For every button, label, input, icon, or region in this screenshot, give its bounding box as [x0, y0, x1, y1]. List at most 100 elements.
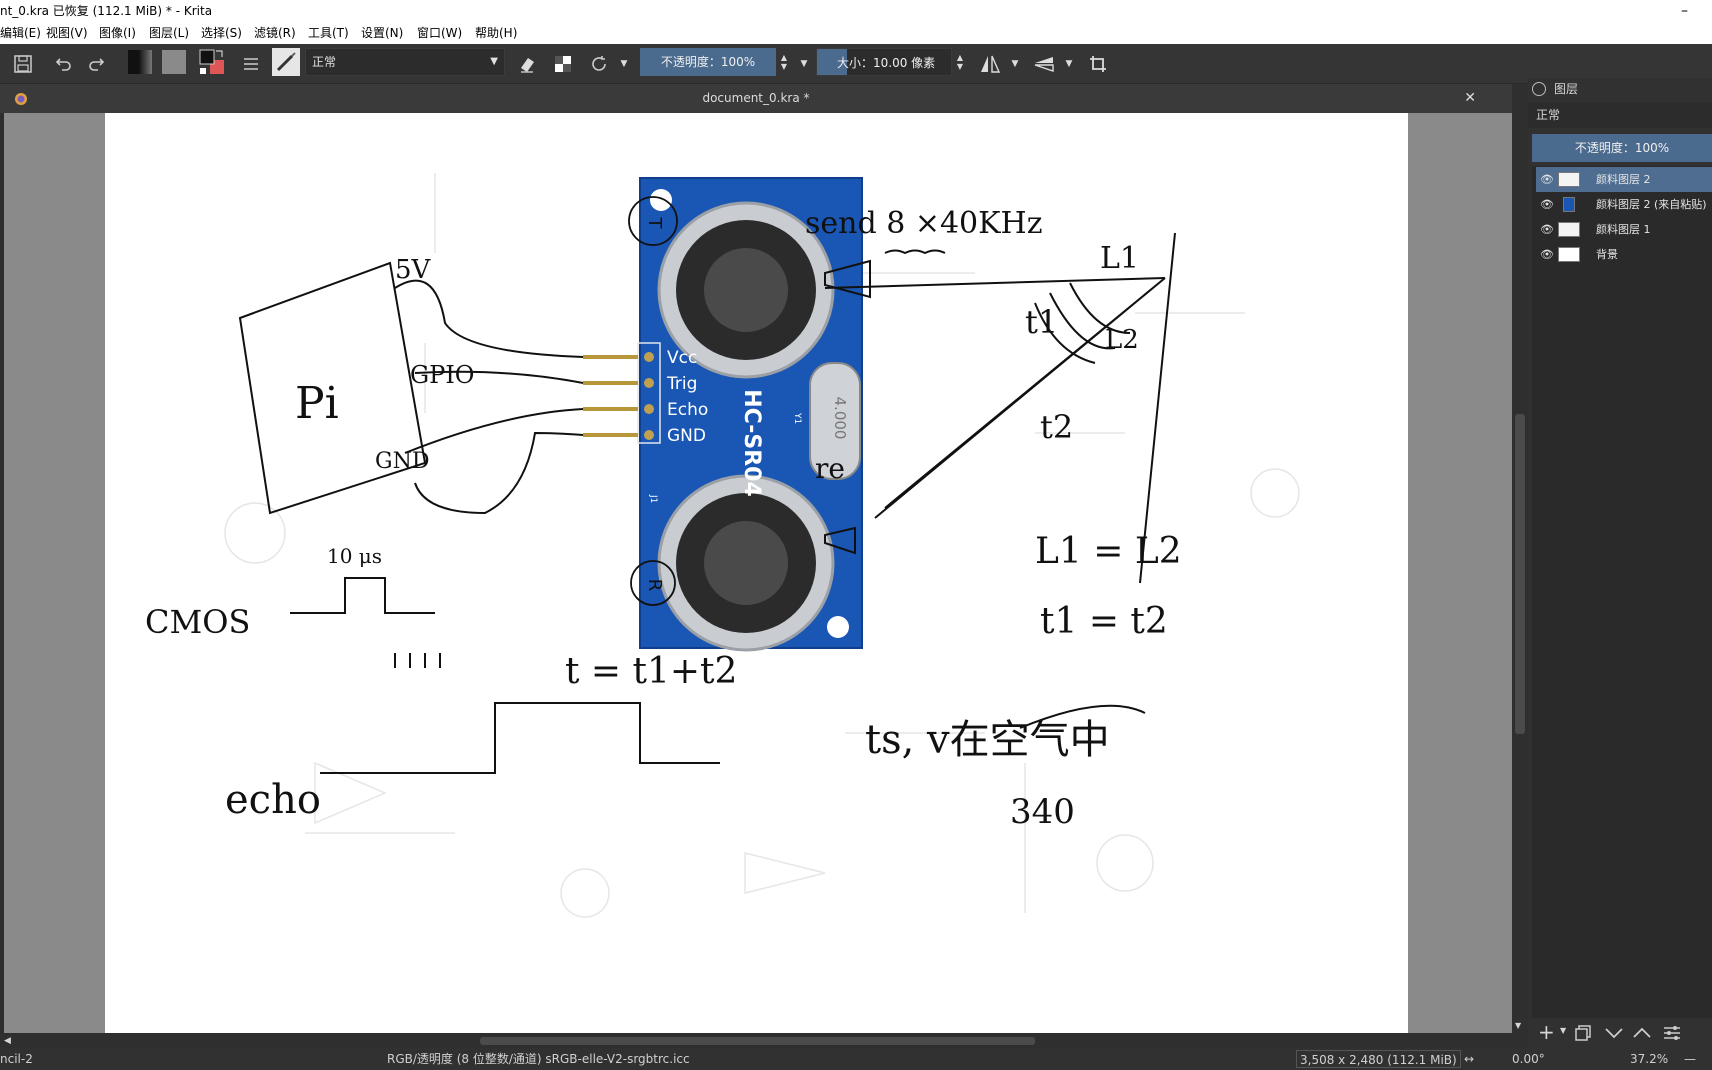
- layer-thumbnail: [1558, 247, 1580, 262]
- brush-presets-icon[interactable]: [238, 50, 264, 78]
- wrap-around-icon[interactable]: [1084, 50, 1112, 78]
- save-icon[interactable]: [8, 50, 38, 78]
- layer-thumbnail: [1558, 172, 1580, 187]
- undo-icon[interactable]: [50, 50, 78, 78]
- size-spin-icon[interactable]: ▲ ▼: [954, 48, 966, 76]
- layer-row-paint-1[interactable]: 👁 颜料图层 1: [1536, 217, 1712, 242]
- chevron-down-icon: ▼: [490, 56, 498, 67]
- label-l1: L1: [1100, 241, 1139, 276]
- add-layer-icon[interactable]: +: [1538, 1020, 1555, 1044]
- scroll-down-icon[interactable]: ▼: [1515, 1021, 1521, 1030]
- menu-select[interactable]: 选择(S): [201, 23, 242, 44]
- pin-gnd-label: GND: [667, 426, 706, 446]
- pin-trig-label: Trig: [666, 374, 697, 394]
- layers-docker-title: 图层: [1554, 82, 1579, 96]
- lock-docker-icon[interactable]: [1532, 82, 1546, 96]
- layer-properties-icon[interactable]: [1662, 1024, 1682, 1046]
- menu-layer[interactable]: 图层(L): [149, 23, 189, 44]
- eye-icon[interactable]: 👁: [1540, 217, 1554, 242]
- move-layer-up-icon[interactable]: [1632, 1024, 1652, 1046]
- pin-echo-label: Echo: [667, 400, 708, 420]
- layer-blend-mode-value: 正常: [1536, 108, 1561, 122]
- canvas-document[interactable]: 4.000 Y1 HC-SR04 J1 Vcc Trig Echo GND T …: [105, 113, 1408, 1033]
- fg-bg-color-icon[interactable]: [197, 48, 227, 76]
- layer-row-paint-2-pasted[interactable]: 👁 颜料图层 2 (来自粘贴): [1536, 192, 1712, 217]
- pin-vcc-label: Vcc: [667, 348, 697, 368]
- mirror-h-chevron-icon[interactable]: ▼: [1008, 50, 1022, 78]
- eraser-icon[interactable]: [514, 50, 540, 78]
- menu-view[interactable]: 视图(V): [46, 23, 88, 44]
- menu-settings[interactable]: 设置(N): [361, 23, 403, 44]
- layer-name: 颜料图层 2: [1596, 173, 1651, 186]
- vertical-scroll-thumb[interactable]: [1515, 414, 1525, 734]
- label-pi: Pi: [295, 378, 339, 429]
- menu-help[interactable]: 帮助(H): [475, 23, 517, 44]
- layer-name: 背景: [1596, 248, 1618, 261]
- add-layer-chevron-icon[interactable]: ▼: [1560, 1026, 1566, 1035]
- status-color-space: RGB/透明度 (8 位整数/通道) sRGB-elle-V2-srgbtrc.…: [387, 1052, 690, 1066]
- zoom-slider[interactable]: —: [1684, 1048, 1710, 1070]
- horizontal-scrollbar[interactable]: ◀: [0, 1034, 1528, 1048]
- mirror-v-chevron-icon[interactable]: ▼: [1062, 50, 1076, 78]
- eye-icon[interactable]: 👁: [1540, 167, 1554, 192]
- close-document-icon[interactable]: ✕: [1464, 84, 1476, 113]
- menu-image[interactable]: 图像(I): [99, 23, 136, 44]
- label-5v: 5V: [395, 255, 432, 285]
- alpha-lock-icon[interactable]: [550, 50, 576, 78]
- status-image-size: 3,508 x 2,480 (112.1 MiB): [1296, 1050, 1461, 1068]
- label-340: 340: [1010, 792, 1075, 832]
- eye-icon[interactable]: 👁: [1540, 242, 1554, 267]
- layer-row-background[interactable]: 👁 背景: [1536, 242, 1712, 267]
- layer-thumbnail: [1563, 197, 1575, 212]
- horizontal-scroll-thumb[interactable]: [480, 1037, 1035, 1045]
- menu-tools[interactable]: 工具(T): [308, 23, 349, 44]
- krita-logo-icon: [14, 84, 28, 113]
- reload-preset-icon[interactable]: [585, 50, 613, 78]
- layer-name: 颜料图层 2 (来自粘贴): [1596, 198, 1707, 211]
- status-zoom[interactable]: 37.2%: [1630, 1048, 1668, 1070]
- layer-thumbnail: [1558, 222, 1580, 237]
- opacity-spin-icon[interactable]: ▲ ▼: [778, 48, 790, 76]
- crystal-label: 4.000: [831, 397, 849, 440]
- gradient-swatch[interactable]: [128, 50, 152, 74]
- menu-window[interactable]: 窗口(W): [417, 23, 462, 44]
- sketch-drawing: 4.000 Y1 HC-SR04 J1 Vcc Trig Echo GND T …: [145, 173, 1300, 918]
- layer-opacity-slider[interactable]: 不透明度：100%: [1532, 134, 1712, 162]
- status-rotation[interactable]: 0.00°: [1512, 1048, 1545, 1070]
- document-title: document_0.kra *: [702, 91, 810, 105]
- reload-chevron-icon[interactable]: ▼: [617, 50, 631, 78]
- label-ts-v: ts, v在空气中: [865, 717, 1110, 763]
- menu-filter[interactable]: 滤镜(R): [254, 23, 296, 44]
- status-bar: ncil-2 RGB/透明度 (8 位整数/通道) sRGB-elle-V2-s…: [0, 1048, 1712, 1070]
- duplicate-layer-icon[interactable]: [1574, 1024, 1592, 1046]
- label-t-sum: t = t1+t2: [565, 651, 737, 692]
- move-layer-down-icon[interactable]: [1604, 1024, 1624, 1046]
- rotate-canvas-icon[interactable]: ↔: [1464, 1048, 1474, 1070]
- document-tab[interactable]: document_0.kra * ✕: [0, 84, 1512, 113]
- minimize-button[interactable]: –: [1681, 0, 1688, 23]
- header-ref-label: J1: [648, 494, 658, 503]
- pattern-swatch[interactable]: [162, 50, 186, 74]
- layer-row-paint-2[interactable]: 👁 颜料图层 2: [1536, 167, 1712, 192]
- redo-icon[interactable]: [82, 50, 110, 78]
- vertical-scrollbar[interactable]: ▼: [1512, 84, 1528, 1034]
- scroll-left-icon[interactable]: ◀: [4, 1034, 11, 1048]
- opacity-slider[interactable]: 不透明度：100%: [640, 48, 776, 76]
- layers-docker: 图层 正常 不透明度：100% 👁 颜料图层 2 👁 颜料图层 2 (来自粘贴)…: [1528, 78, 1712, 1048]
- eye-icon[interactable]: 👁: [1540, 192, 1554, 217]
- menu-bar: 编辑(E) 视图(V) 图像(I) 图层(L) 选择(S) 滤镜(R) 工具(T…: [0, 23, 1712, 44]
- opacity-label: 不透明度：100%: [660, 55, 756, 69]
- mirror-horizontal-icon[interactable]: [976, 50, 1004, 78]
- mirror-vertical-icon[interactable]: [1030, 50, 1058, 78]
- layer-blend-mode-select[interactable]: 正常: [1528, 102, 1712, 128]
- brush-tip-icon[interactable]: [272, 48, 300, 76]
- label-l2: L2: [1105, 325, 1139, 355]
- blend-mode-select[interactable]: 正常 ▼: [305, 48, 505, 76]
- menu-edit[interactable]: 编辑(E): [0, 23, 41, 44]
- size-slider[interactable]: 大小：10.00 像素: [816, 48, 952, 76]
- opacity-chevron-icon[interactable]: ▼: [797, 50, 811, 78]
- label-10us: 10 μs: [327, 544, 382, 568]
- label-t1-eq-t2: t1 = t2: [1040, 601, 1168, 642]
- label-l1-eq-l2: L1 = L2: [1035, 531, 1182, 572]
- sensor-model-label: HC-SR04: [739, 389, 764, 497]
